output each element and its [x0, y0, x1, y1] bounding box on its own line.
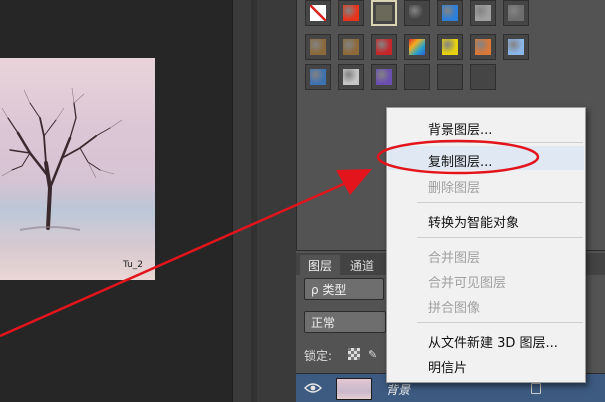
tab-channels[interactable]: 通道	[342, 255, 382, 275]
style-chip	[376, 39, 392, 55]
style-chip	[442, 39, 458, 55]
style-chip	[508, 39, 524, 55]
style-chip	[343, 5, 359, 21]
photo-image: Tu_2	[0, 58, 155, 280]
style-swatch-yellow-gel[interactable]	[437, 34, 463, 60]
menu-separator	[417, 202, 583, 203]
menu-item-merge-visible[interactable]: 合并可见图层	[388, 267, 584, 291]
style-swatch-brown-wood[interactable]	[338, 34, 364, 60]
style-chip	[475, 5, 491, 21]
style-swatch-empty-2[interactable]	[437, 64, 463, 90]
style-swatch-gray-button[interactable]	[470, 0, 496, 26]
style-chip	[475, 39, 491, 55]
style-swatch-light-blue[interactable]	[503, 34, 529, 60]
menu-separator	[417, 237, 583, 238]
style-swatch-purple-glass[interactable]	[371, 64, 397, 90]
style-swatch-sky-scene[interactable]	[305, 64, 331, 90]
style-chip	[409, 5, 425, 21]
layer-filter-select[interactable]: ρ 类型	[304, 278, 384, 300]
panel-divider	[232, 0, 296, 402]
lock-transparent-icon[interactable]	[348, 348, 360, 360]
tab-layers[interactable]: 图层	[300, 255, 341, 275]
style-chip	[508, 5, 524, 21]
style-swatch-blue-glass[interactable]	[437, 0, 463, 26]
layer-thumbnail	[336, 378, 372, 400]
style-chip	[310, 39, 326, 55]
style-swatch-empty-3[interactable]	[470, 64, 496, 90]
style-swatch-red-glow[interactable]	[338, 0, 364, 26]
style-chip	[475, 69, 491, 85]
lock-brush-icon[interactable]: ✎	[368, 348, 382, 361]
style-swatch-red-emboss[interactable]	[371, 34, 397, 60]
style-chip	[310, 69, 326, 85]
style-swatch-empty-1[interactable]	[404, 64, 430, 90]
style-swatch-none-style[interactable]	[305, 0, 331, 26]
style-chip	[409, 69, 425, 85]
menu-item-merge-layers[interactable]: 合并图层	[388, 242, 584, 266]
photo-label: Tu_2	[122, 260, 143, 270]
document-canvas[interactable]: Tu_2	[0, 0, 232, 402]
style-swatch-outline-selected[interactable]	[371, 0, 397, 26]
style-swatch-orange-gradient[interactable]	[470, 34, 496, 60]
menu-item-new-3d-layer[interactable]: 从文件新建 3D 图层...	[388, 327, 584, 351]
style-swatch-bronze[interactable]	[305, 34, 331, 60]
blend-mode-select[interactable]: 正常	[304, 311, 386, 333]
style-chip	[442, 69, 458, 85]
style-swatch-steel[interactable]	[503, 0, 529, 26]
style-chip	[310, 5, 326, 21]
layer-name[interactable]: 背景	[386, 381, 410, 398]
style-chip	[343, 69, 359, 85]
style-chip	[409, 39, 425, 55]
style-chip	[376, 5, 392, 21]
menu-item-flatten-image[interactable]: 拼合图像	[388, 292, 584, 316]
tree-illustration	[1, 87, 123, 231]
style-swatch-dark-chrome[interactable]	[404, 0, 430, 26]
style-swatch-texture-gray[interactable]	[338, 64, 364, 90]
style-chip	[343, 39, 359, 55]
menu-item-postcard[interactable]: 明信片	[388, 352, 584, 376]
style-chip	[376, 69, 392, 85]
style-swatch-rainbow-stripe[interactable]	[404, 34, 430, 60]
menu-separator	[417, 322, 583, 323]
lock-label: 锁定:	[304, 349, 333, 363]
menu-item-convert-smart-object[interactable]: 转换为智能对象	[388, 207, 584, 231]
menu-item-background-layer[interactable]: 背景图层...	[388, 114, 584, 138]
lock-icon	[531, 383, 541, 394]
menu-item-delete-layer[interactable]: 删除图层	[388, 172, 584, 196]
menu-separator	[417, 142, 583, 143]
layer-context-menu: 背景图层... 复制图层... 删除图层 转换为智能对象 合并图层 合并可见图层…	[386, 107, 586, 383]
style-chip	[442, 5, 458, 21]
eye-icon[interactable]	[304, 382, 322, 394]
menu-item-duplicate-layer[interactable]: 复制图层...	[388, 146, 584, 170]
